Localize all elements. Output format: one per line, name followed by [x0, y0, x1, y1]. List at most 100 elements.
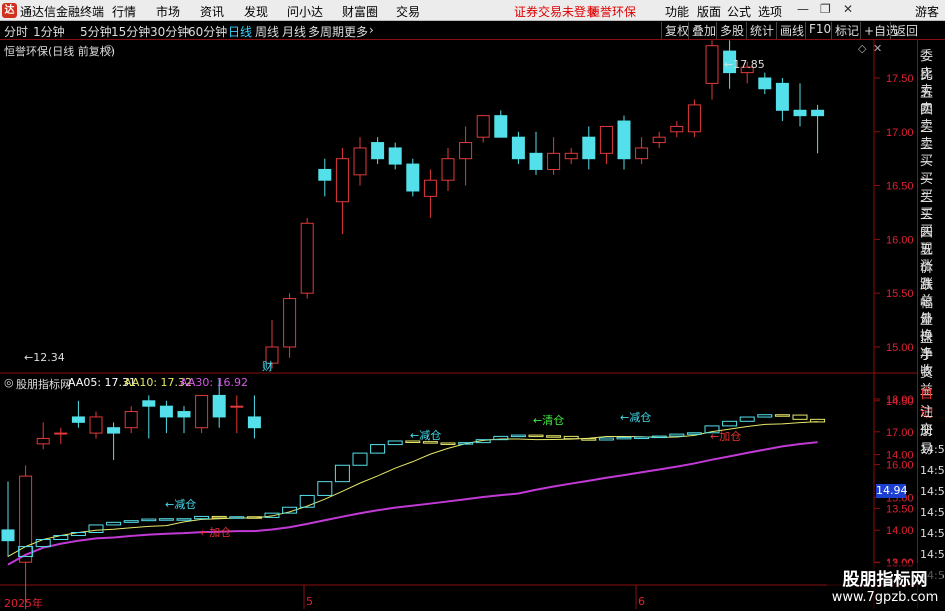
candle-body: [159, 405, 173, 418]
adjust-button[interactable]: 复权: [661, 22, 689, 39]
y-tick-label: 16.00: [886, 460, 914, 472]
login-status[interactable]: 证券交易未登录: [514, 3, 598, 20]
maximize-icon[interactable]: ❐: [820, 2, 831, 16]
aa05-box: [722, 420, 738, 427]
period-15min[interactable]: 15分钟: [111, 23, 150, 40]
minimize-icon[interactable]: —: [797, 2, 809, 16]
aa05-box: [194, 515, 210, 520]
multi-stock-button[interactable]: 多股: [716, 22, 744, 39]
indicator-settings-icon[interactable]: ◎: [4, 376, 14, 389]
menu-wealth[interactable]: 财富圈: [342, 3, 378, 20]
pane-options-icon[interactable]: ◇: [858, 42, 866, 55]
aa05-box: [598, 437, 614, 441]
overlay-button[interactable]: 叠加: [688, 22, 716, 39]
y-tick-label: 13.50: [886, 503, 914, 515]
annotation-reduce: ←减仓: [410, 429, 442, 442]
period-monthly[interactable]: 月线: [282, 23, 306, 40]
chart-area[interactable]: 17.5017.0016.5016.0015.5015.0014.5014.00…: [0, 40, 917, 609]
pane-close-icon[interactable]: ✕: [873, 42, 882, 55]
sidebar-time-tick: 14:55: [920, 485, 945, 498]
annotation-reduce: ←减仓: [165, 498, 197, 511]
period-5min[interactable]: 5分钟: [80, 23, 112, 40]
candle-body: [107, 427, 121, 434]
candle-body: [230, 405, 244, 408]
period-multi[interactable]: 多周期: [308, 23, 344, 40]
period-60min[interactable]: 60分钟: [188, 23, 227, 40]
aa05-box: [317, 481, 333, 496]
candle-body: [212, 394, 226, 418]
period-1min[interactable]: 1分钟: [33, 23, 65, 40]
watermark-url: www.7gpzb.com: [831, 590, 939, 605]
stock-name: 恒誉环保: [588, 5, 637, 19]
menu-news[interactable]: 资讯: [200, 3, 224, 20]
aa05-box: [440, 442, 456, 445]
menu-options[interactable]: 选项: [758, 3, 782, 20]
last-price-badge: 14.94: [876, 484, 908, 498]
user-label[interactable]: 游客: [915, 3, 939, 20]
x-label-may: 5: [306, 595, 313, 608]
more-chevron-icon[interactable]: ›: [369, 23, 374, 37]
aa05-box: [546, 435, 562, 438]
aa30-line: [7, 441, 818, 566]
menu-formula[interactable]: 公式: [727, 3, 751, 20]
back-button[interactable]: 返回: [890, 22, 918, 39]
candle-body: [177, 411, 191, 418]
low-price-label: ←12.34: [24, 351, 65, 364]
x-label-june: 6: [638, 595, 645, 608]
candle-body: [142, 400, 156, 407]
high-price-label: ←17.85: [724, 58, 765, 71]
financial-marker[interactable]: 财: [262, 358, 273, 374]
period-30min[interactable]: 30分钟: [150, 23, 189, 40]
candle-body: [582, 136, 596, 160]
aa05-box: [739, 416, 755, 422]
aa05-box: [528, 434, 544, 438]
close-icon[interactable]: ✕: [843, 2, 853, 16]
candle-body: [758, 77, 772, 90]
period-weekly[interactable]: 周线: [255, 23, 279, 40]
y-tick-label: 18.00: [886, 394, 914, 406]
aa05-box: [792, 414, 808, 420]
watermark: 股朋指标网 www.7gpzb.com: [827, 563, 943, 609]
app-title: 通达信金融终端: [20, 5, 105, 19]
stats-button[interactable]: 统计: [746, 22, 774, 39]
candle-body: [54, 432, 68, 435]
candle-body: [705, 45, 719, 84]
candle-body: [811, 109, 825, 117]
watermark-title: 股朋指标网: [842, 570, 928, 590]
aa05-box: [669, 433, 685, 437]
aa05-box: [634, 436, 650, 440]
period-daily[interactable]: 日线: [228, 23, 252, 40]
candle-body: [89, 416, 103, 434]
mark-button[interactable]: 标记: [831, 22, 859, 39]
candle-body: [511, 136, 525, 160]
candle-body: [635, 147, 649, 160]
menu-ask[interactable]: 问小达: [287, 3, 323, 20]
y-tick-label: 14.00: [886, 525, 914, 537]
candle-body: [1, 529, 15, 542]
candle-body: [423, 179, 437, 197]
aa05-box: [686, 432, 702, 435]
menu-trade[interactable]: 交易: [396, 3, 420, 20]
candle-body: [300, 222, 314, 294]
draw-button[interactable]: 画线: [776, 22, 804, 39]
aa05-box: [387, 440, 403, 446]
menu-function[interactable]: 功能: [665, 3, 689, 20]
candle-body: [36, 437, 50, 445]
annotation-clear: ←清仓: [533, 414, 565, 427]
candle-body: [547, 152, 561, 170]
menu-layout[interactable]: 版面: [697, 3, 721, 20]
menu-market[interactable]: 行情: [112, 3, 136, 20]
period-tick[interactable]: 分时: [4, 23, 28, 40]
y-tick-label: 17.00: [886, 127, 914, 139]
candle-body: [599, 125, 613, 154]
y-tick-label: 16.00: [886, 234, 914, 246]
candle-body: [318, 168, 332, 181]
menu-exchange[interactable]: 市场: [156, 3, 180, 20]
candle-body: [371, 142, 385, 160]
menu-discover[interactable]: 发现: [244, 3, 268, 20]
period-more[interactable]: 更多: [344, 23, 368, 40]
aa05-box: [493, 435, 509, 441]
pane-settings-icon[interactable]: ◎: [104, 42, 114, 55]
f10-button[interactable]: F10: [805, 22, 831, 39]
aa05-box: [774, 414, 790, 417]
